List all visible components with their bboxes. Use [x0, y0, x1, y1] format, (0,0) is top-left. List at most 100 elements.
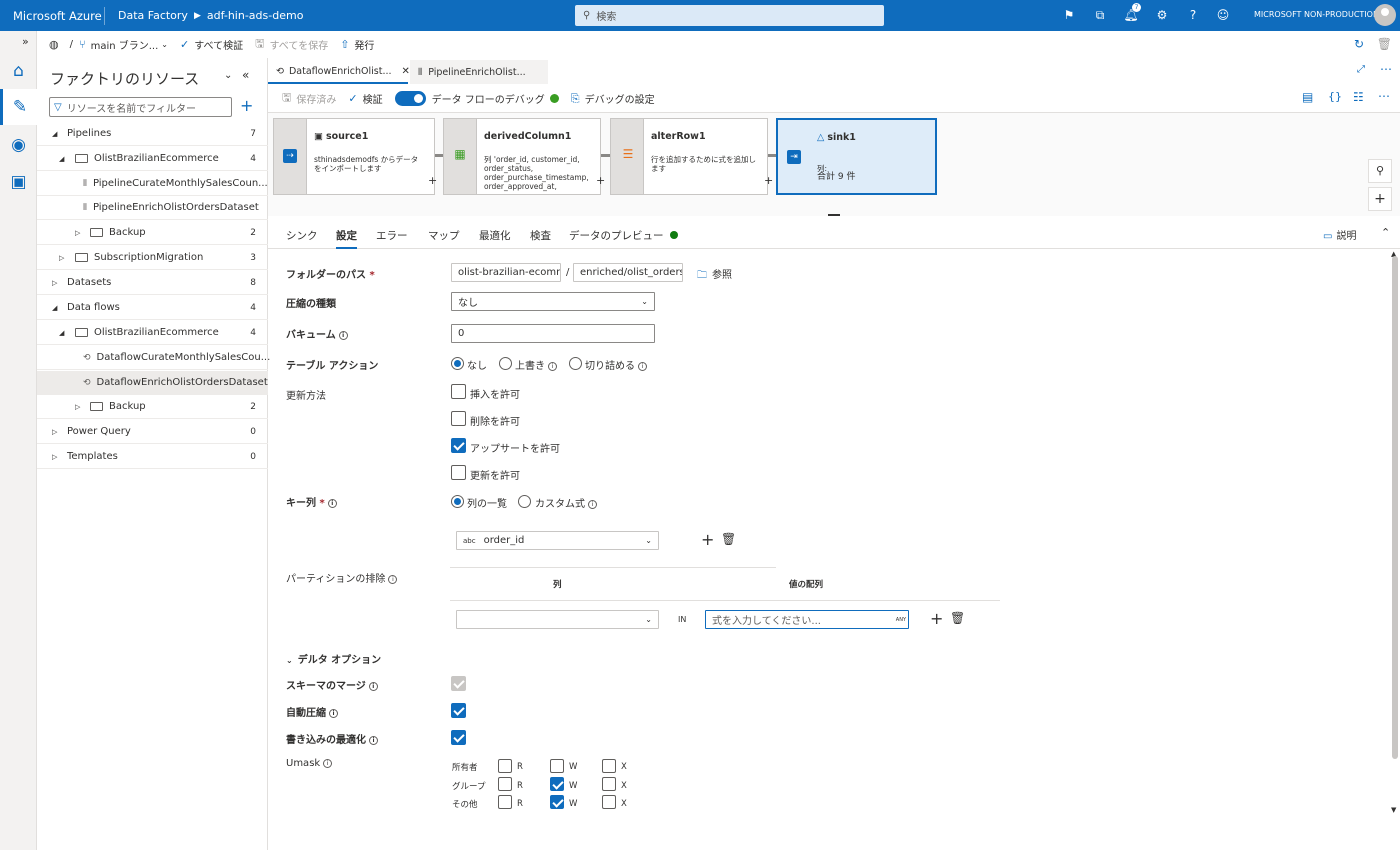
tab-optimize[interactable]: 最適化: [479, 228, 511, 243]
add-step-plus[interactable]: +: [764, 174, 773, 187]
save-all-button[interactable]: 🖫︎ すべてを保存: [255, 35, 328, 54]
umask-owner-w-checkbox[interactable]: [550, 759, 564, 773]
tree-folder[interactable]: ◢ OlistBrazilianEcommerce 4: [37, 147, 268, 171]
collapse-all-icon[interactable]: ⌄: [224, 70, 232, 81]
tree-pipeline-item[interactable]: ⦀ PipelineCurateMonthlySalesCoun...: [37, 172, 268, 196]
validate-all-button[interactable]: ✓ すべて検証: [180, 37, 243, 52]
bell-icon[interactable]: 🔔︎ 7: [1123, 3, 1141, 23]
more-icon[interactable]: ⋯: [1380, 62, 1392, 76]
tree-folder[interactable]: ▷ Backup 2: [37, 221, 268, 245]
zoom-in-icon[interactable]: +: [1368, 187, 1392, 211]
resource-filter-input[interactable]: ▽ リソースを名前でフィルター: [49, 97, 232, 117]
github-icon[interactable]: ◍: [49, 38, 64, 51]
tree-pipelines[interactable]: ◢ Pipelines 7: [37, 122, 268, 146]
tree-dataflow-item[interactable]: ⟲ DataflowEnrichOlistOrdersDataset: [37, 371, 268, 395]
description-button[interactable]: ▭ 説明: [1323, 227, 1356, 242]
script-icon[interactable]: ▤: [1302, 90, 1313, 104]
node-source1[interactable]: ⇢ ▣ source1 sthinadsdemodfs からデータをインポートしま…: [273, 118, 435, 195]
allow-update-checkbox[interactable]: [451, 465, 466, 480]
umask-other-w-checkbox[interactable]: [550, 795, 564, 809]
breadcrumb-service[interactable]: Data Factory: [105, 9, 188, 22]
add-icon[interactable]: +: [930, 609, 943, 628]
maximize-icon[interactable]: ⤢: [1357, 64, 1365, 75]
tree-folder[interactable]: ▷ SubscriptionMigration 3: [37, 246, 268, 270]
more-icon[interactable]: ⋯: [1378, 89, 1390, 103]
auto-compact-checkbox[interactable]: [451, 703, 466, 718]
debug-settings-button[interactable]: ⎘ デバッグの設定: [571, 91, 655, 107]
close-icon[interactable]: ✕: [402, 66, 410, 77]
home-icon[interactable]: ⌂: [0, 53, 37, 89]
code-icon[interactable]: {}: [1328, 90, 1342, 103]
tree-folder[interactable]: ◢ OlistBrazilianEcommerce 4: [37, 321, 268, 345]
tab-sink[interactable]: シンク: [286, 228, 318, 243]
author-pencil-icon[interactable]: ✎: [0, 89, 37, 125]
feedback-icon[interactable]: ⚑: [1061, 7, 1077, 23]
branch-selector[interactable]: ⑂ main ブラン... ⌄: [79, 37, 168, 52]
zoom-search-icon[interactable]: ⚲: [1368, 159, 1392, 183]
dataflow-canvas[interactable]: ⇢ ▣ source1 sthinadsdemodfs からデータをインポートしま…: [268, 112, 1400, 216]
radio-overwrite[interactable]: [499, 357, 512, 370]
allow-insert-checkbox[interactable]: [451, 384, 466, 399]
delete-icon[interactable]: 🗑︎: [950, 611, 965, 625]
properties-icon[interactable]: ☷: [1353, 90, 1364, 104]
tab-inspect[interactable]: 検査: [530, 228, 551, 243]
add-resource-button[interactable]: +: [240, 96, 253, 115]
discard-icon[interactable]: 🗑︎: [1377, 37, 1392, 51]
compression-select[interactable]: なし ⌄: [451, 292, 655, 311]
umask-group-r-checkbox[interactable]: [498, 777, 512, 791]
radio-none[interactable]: [451, 357, 464, 370]
directory-icon[interactable]: ⧉: [1092, 7, 1108, 23]
brand-title[interactable]: Microsoft Azure: [0, 9, 104, 23]
tab-data-preview[interactable]: データのプレビュー: [569, 228, 678, 243]
person-feedback-icon[interactable]: ☺: [1215, 7, 1231, 23]
collapse-panel-icon[interactable]: «: [242, 68, 249, 82]
node-derivedColumn1[interactable]: ▦ derivedColumn1 列 'order_id, customer_i…: [443, 118, 601, 195]
umask-group-x-checkbox[interactable]: [602, 777, 616, 791]
add-step-plus[interactable]: +: [428, 174, 437, 187]
search-input[interactable]: ⚲ 検索: [575, 5, 884, 26]
umask-other-x-checkbox[interactable]: [602, 795, 616, 809]
tree-pipeline-item[interactable]: ⦀ PipelineEnrichOlistOrdersDataset: [37, 196, 268, 220]
collapse-icon[interactable]: ⌃: [1381, 226, 1390, 239]
publish-button[interactable]: ⇧ 発行: [340, 37, 374, 52]
node-alterRow1[interactable]: ☰ alterRow1 行を追加するために式を追加します: [610, 118, 768, 195]
vacuum-input[interactable]: 0: [451, 324, 655, 343]
tree-folder[interactable]: ▷ Backup 2: [37, 395, 268, 419]
tree-dataflows[interactable]: ◢ Data flows 4: [37, 296, 268, 320]
tab-errors[interactable]: エラー: [376, 228, 408, 243]
saved-button[interactable]: 🖫︎ 保存済み: [282, 89, 336, 108]
expression-input[interactable]: 式を入力してください... ANY: [705, 610, 909, 629]
scrollbar[interactable]: [1392, 256, 1398, 759]
partition-column-select[interactable]: ⌄: [456, 610, 659, 629]
node-sink1[interactable]: ⇥ △ sink1 列: 合計 9 件: [776, 118, 937, 195]
tree-templates[interactable]: ▷ Templates 0: [37, 445, 268, 469]
monitor-icon[interactable]: ◉: [0, 127, 37, 163]
radio-column-list[interactable]: [451, 495, 464, 508]
delete-icon[interactable]: 🗑︎: [721, 532, 736, 546]
browse-button[interactable]: 🗀︎ 参照: [697, 266, 732, 285]
account-name[interactable]: MICROSOFT NON-PRODUCTION: [1254, 10, 1379, 19]
key-column-select[interactable]: abc order_id ⌄: [456, 531, 659, 550]
validate-button[interactable]: ✓ 検証: [348, 91, 382, 106]
allow-upsert-checkbox[interactable]: [451, 438, 466, 453]
breadcrumb-factory[interactable]: adf-hin-ads-demo: [207, 9, 304, 22]
folder-path-container-input[interactable]: olist-brazilian-ecomm: [451, 263, 561, 282]
tab-settings[interactable]: 設定: [336, 228, 357, 249]
optimize-write-checkbox[interactable]: [451, 730, 466, 745]
tree-datasets[interactable]: ▷ Datasets 8: [37, 271, 268, 295]
refresh-icon[interactable]: ↻: [1354, 37, 1364, 51]
umask-owner-x-checkbox[interactable]: [602, 759, 616, 773]
tab-pipeline[interactable]: ⦀ PipelineEnrichOlist...: [410, 60, 548, 84]
gear-icon[interactable]: ⚙: [1154, 7, 1170, 23]
folder-path-directory-input[interactable]: enriched/olist_orders_: [573, 263, 683, 282]
tab-dataflow[interactable]: ⟲ DataflowEnrichOlist... ✕: [268, 60, 410, 84]
radio-custom-expr[interactable]: [518, 495, 531, 508]
add-icon[interactable]: +: [701, 530, 714, 549]
umask-owner-r-checkbox[interactable]: [498, 759, 512, 773]
tree-dataflow-item[interactable]: ⟲ DataflowCurateMonthlySalesCou...: [37, 346, 270, 370]
umask-other-r-checkbox[interactable]: [498, 795, 512, 809]
tab-mapping[interactable]: マップ: [428, 228, 460, 243]
scroll-down-icon[interactable]: ▼: [1391, 806, 1396, 814]
avatar[interactable]: [1374, 4, 1396, 26]
toggle-switch[interactable]: [394, 91, 426, 106]
